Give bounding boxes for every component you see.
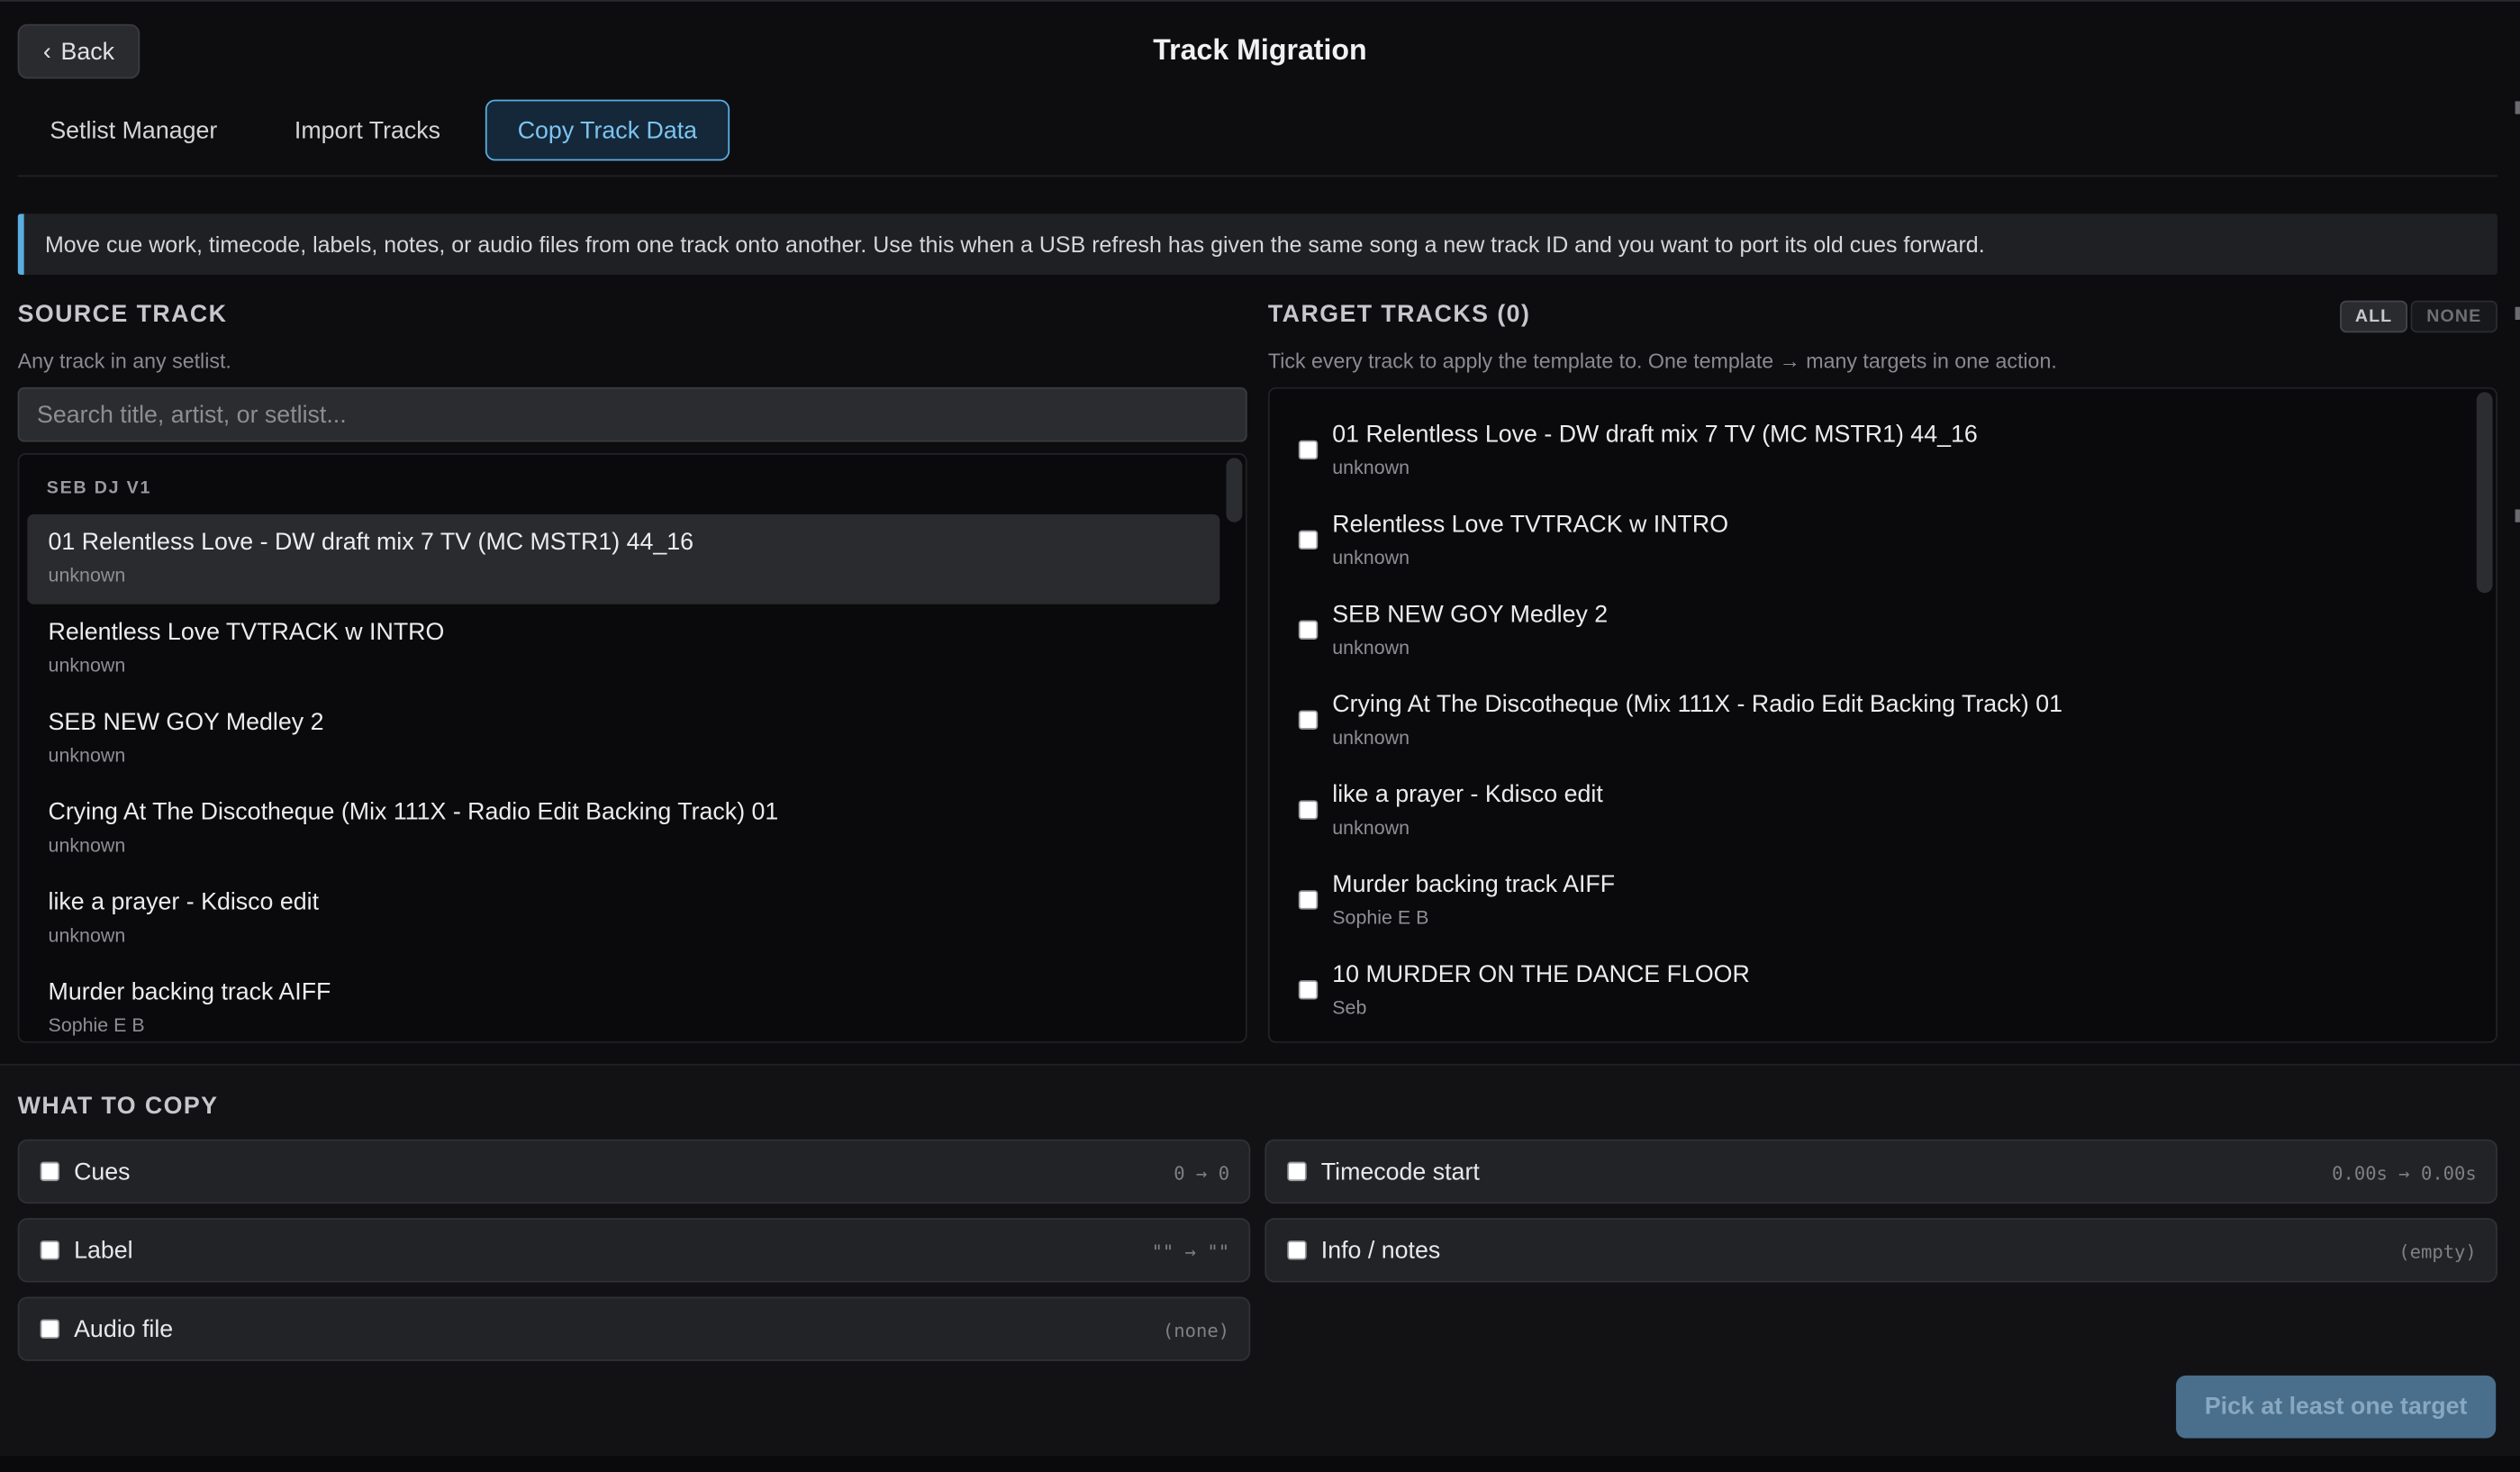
target-scrollbar[interactable] (2476, 392, 2493, 594)
track-artist: unknown (48, 654, 126, 677)
track-artist: unknown (48, 923, 126, 947)
search-input[interactable] (17, 386, 1247, 442)
tab-import-tracks[interactable]: Import Tracks (262, 100, 473, 161)
target-checkbox[interactable] (1298, 440, 1319, 460)
track-title: 01 Relentless Love - DW draft mix 7 TV (… (48, 528, 694, 557)
track-title: like a prayer - Kdisco edit (1332, 780, 1603, 809)
info-notes-checkbox[interactable] (1287, 1240, 1307, 1260)
copy-option-audio-file[interactable]: Audio file (none) (17, 1296, 1251, 1361)
setlist-group-label: SEB DJ V1 (46, 478, 152, 498)
page-title: Track Migration (1153, 33, 1367, 67)
window-edge-mark (2515, 101, 2520, 114)
track-artist: Sophie E B (1332, 906, 1429, 930)
track-artist: unknown (48, 743, 126, 767)
option-value: "" → "" (1151, 1240, 1230, 1264)
bottom-strip (0, 1456, 2520, 1472)
target-track-row[interactable]: 10 MURDER ON THE DANCE FLOOR Seb (1270, 939, 2475, 1029)
track-artist: unknown (1332, 456, 1410, 479)
tab-copy-track-data[interactable]: Copy Track Data (485, 99, 730, 161)
target-checkbox[interactable] (1298, 530, 1319, 550)
option-label: Info / notes (1320, 1237, 1441, 1265)
target-checkbox[interactable] (1298, 620, 1319, 640)
source-track-row[interactable]: Relentless Love TVTRACK w INTRO unknown (27, 604, 1219, 695)
target-track-row[interactable]: 01 Relentless Love - DW draft mix 7 TV (… (1270, 398, 2475, 488)
window-edge-mark (2515, 509, 2520, 522)
source-track-row[interactable]: 01 Relentless Love - DW draft mix 7 TV (… (27, 513, 1220, 604)
what-to-copy-title: WHAT TO COPY (17, 1092, 219, 1121)
track-artist: Seb (1332, 995, 1367, 1019)
track-title: Murder backing track AIFF (1332, 870, 1616, 899)
source-track-list[interactable]: SEB DJ V1 01 Relentless Love - DW draft … (17, 453, 1247, 1043)
source-section-title: SOURCE TRACK (17, 300, 228, 328)
target-checkbox[interactable] (1298, 890, 1319, 910)
track-title: 10 MURDER ON THE DANCE FLOOR (1332, 960, 1750, 989)
copy-option-cues[interactable]: Cues 0 → 0 (17, 1139, 1251, 1204)
copy-option-info-notes[interactable]: Info / notes (empty) (1265, 1218, 2497, 1283)
track-artist: unknown (48, 833, 126, 857)
tabs-divider (17, 175, 2497, 177)
option-label: Audio file (74, 1315, 174, 1344)
source-hint: Any track in any setlist. (17, 349, 231, 373)
source-track-row[interactable]: SEB NEW GOY Medley 2 unknown (27, 695, 1219, 785)
source-track-row[interactable]: Crying At The Discotheque (Mix 111X - Ra… (27, 784, 1219, 874)
target-checkbox[interactable] (1298, 800, 1319, 820)
source-track-row[interactable]: Murder backing track AIFF Sophie E B (27, 964, 1219, 1041)
header: ‹ Back Track Migration (0, 2, 2520, 102)
window-edge-mark (2515, 306, 2520, 320)
tab-setlist-manager[interactable]: Setlist Manager (18, 100, 249, 161)
track-artist: unknown (1332, 726, 1410, 750)
option-value: (none) (1162, 1319, 1230, 1342)
info-banner-text: Move cue work, timecode, labels, notes, … (44, 231, 1985, 258)
track-title: like a prayer - Kdisco edit (48, 888, 320, 916)
source-scrollbar[interactable] (1226, 458, 1243, 522)
target-track-list[interactable]: 01 Relentless Love - DW draft mix 7 TV (… (1267, 386, 2497, 1043)
track-artist: unknown (1332, 816, 1410, 840)
target-track-row[interactable]: SEB NEW GOY Medley 2 unknown (1270, 578, 2475, 668)
track-artist: unknown (1332, 546, 1410, 569)
option-value: (empty) (2398, 1240, 2477, 1264)
select-none-button[interactable]: NONE (2410, 300, 2497, 333)
option-label: Timecode start (1320, 1159, 1480, 1186)
submit-button[interactable]: Pick at least one target (2176, 1375, 2497, 1439)
target-section-title: TARGET TRACKS (0) (1267, 300, 1531, 328)
timecode-checkbox[interactable] (1287, 1161, 1307, 1182)
option-label: Label (74, 1237, 133, 1265)
option-value: 0.00s → 0.00s (2332, 1161, 2477, 1185)
track-title: 01 Relentless Love - DW draft mix 7 TV (… (1332, 421, 1978, 449)
target-track-row[interactable]: Crying At The Discotheque (Mix 111X - Ra… (1270, 668, 2475, 759)
source-track-row[interactable]: like a prayer - Kdisco edit unknown (27, 874, 1219, 964)
info-banner: Move cue work, timecode, labels, notes, … (17, 214, 2497, 276)
select-all-button[interactable]: ALL (2340, 300, 2408, 333)
track-title: Crying At The Discotheque (Mix 111X - Ra… (48, 798, 779, 826)
track-title: Relentless Love TVTRACK w INTRO (1332, 511, 1729, 539)
track-title: SEB NEW GOY Medley 2 (48, 708, 324, 736)
track-title: Crying At The Discotheque (Mix 111X - Ra… (1332, 691, 2063, 719)
tab-bar: Setlist Manager Import Tracks Copy Track… (18, 99, 730, 161)
what-to-copy-panel: WHAT TO COPY Cues 0 → 0 Timecode start 0… (0, 1065, 2520, 1458)
target-checkbox[interactable] (1298, 980, 1319, 1000)
target-hint: Tick every track to apply the template t… (1267, 349, 2057, 373)
track-title: Murder backing track AIFF (48, 978, 331, 1006)
option-value: 0 → 0 (1174, 1161, 1230, 1185)
target-track-row[interactable]: Murder backing track AIFF Sophie E B (1270, 849, 2475, 939)
copy-option-timecode[interactable]: Timecode start 0.00s → 0.00s (1265, 1139, 2497, 1204)
track-title: Relentless Love TVTRACK w INTRO (48, 618, 445, 647)
track-artist: unknown (48, 564, 126, 587)
target-track-row[interactable]: like a prayer - Kdisco edit unknown (1270, 759, 2475, 849)
target-checkbox[interactable] (1298, 710, 1319, 730)
audio-file-checkbox[interactable] (40, 1319, 60, 1339)
track-migration-app: ‹ Back Track Migration Setlist Manager I… (0, 0, 2520, 1472)
option-label: Cues (74, 1159, 131, 1186)
cues-checkbox[interactable] (40, 1161, 60, 1182)
label-checkbox[interactable] (40, 1240, 60, 1260)
copy-option-label[interactable]: Label "" → "" (17, 1218, 1251, 1283)
track-title: SEB NEW GOY Medley 2 (1332, 601, 1609, 629)
track-artist: unknown (1332, 636, 1410, 659)
target-track-row[interactable]: Relentless Love TVTRACK w INTRO unknown (1270, 488, 2475, 578)
track-artist: Sophie E B (48, 1013, 145, 1037)
